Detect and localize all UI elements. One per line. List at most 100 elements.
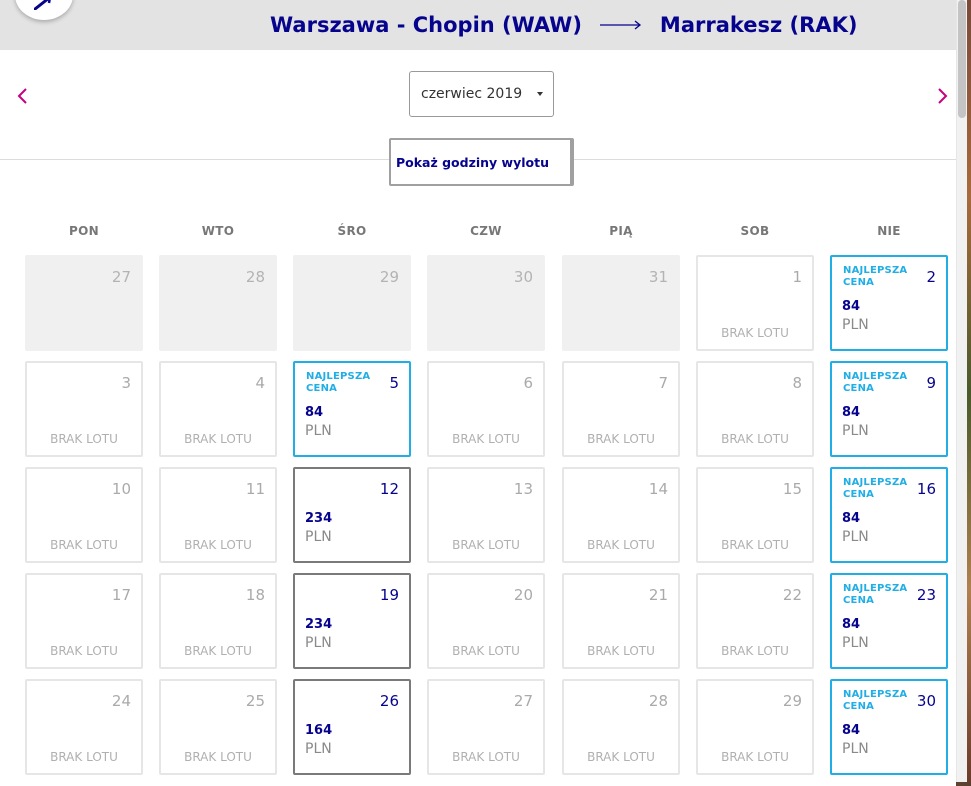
origin-airport: Warszawa - Chopin (WAW) <box>270 13 582 37</box>
calendar-day-none: 20 BRAK LOTU <box>427 573 545 669</box>
day-number: 3 <box>121 374 131 392</box>
day-number: 1 <box>792 268 802 286</box>
no-flight-label: BRAK LOTU <box>587 538 655 552</box>
day-number: 15 <box>782 480 802 498</box>
day-number: 19 <box>379 586 399 604</box>
calendar-day-none: 10 BRAK LOTU <box>25 467 143 563</box>
long-arrow-right-icon <box>599 20 641 30</box>
day-number: 16 <box>916 480 936 498</box>
currency-label: PLN <box>842 423 869 439</box>
weekday-header: SOB <box>740 224 770 238</box>
background-image-strip <box>967 0 971 786</box>
no-flight-label: BRAK LOTU <box>184 538 252 552</box>
calendar-day-none: 15 BRAK LOTU <box>696 467 814 563</box>
weekday-header: PIĄ <box>609 224 633 238</box>
route-header: Warszawa - Chopin (WAW) Marrakesz (RAK) <box>0 0 956 50</box>
best-price-badge: NAJLEPSZA CENA <box>843 265 908 288</box>
route-title: Warszawa - Chopin (WAW) Marrakesz (RAK) <box>270 11 857 39</box>
calendar-panel: czerwiec 2019 Pokaż godziny wylotu PON WT… <box>0 50 956 786</box>
day-number: 12 <box>379 480 399 498</box>
chevron-right-icon[interactable] <box>934 88 950 104</box>
show-hours-label: Pokaż godziny wylotu <box>395 154 549 170</box>
calendar-day-none: 27 BRAK LOTU <box>427 679 545 775</box>
no-flight-label: BRAK LOTU <box>184 432 252 446</box>
no-flight-label: BRAK LOTU <box>721 750 789 764</box>
calendar-day-none: 6 BRAK LOTU <box>427 361 545 457</box>
no-flight-label: BRAK LOTU <box>452 538 520 552</box>
price-value: 84 <box>842 617 861 632</box>
no-flight-label: BRAK LOTU <box>452 644 520 658</box>
day-number: 22 <box>782 586 802 604</box>
best-price-badge: NAJLEPSZA CENA <box>843 477 908 500</box>
calendar-day-best[interactable]: 2 NAJLEPSZA CENA 84 PLN <box>830 255 948 351</box>
calendar-day-none: 7 BRAK LOTU <box>562 361 680 457</box>
calendar-day-best[interactable]: 5 NAJLEPSZA CENA 84 PLN <box>293 361 411 457</box>
day-number: 17 <box>111 586 131 604</box>
no-flight-label: BRAK LOTU <box>50 432 118 446</box>
price-value: 164 <box>305 723 333 738</box>
price-value: 234 <box>305 511 333 526</box>
calendar-day-none: 24 BRAK LOTU <box>25 679 143 775</box>
weekday-header: CZW <box>470 224 502 238</box>
price-value: 84 <box>842 511 861 526</box>
calendar-day-available[interactable]: 26 164 PLN <box>293 679 411 775</box>
day-number: 20 <box>513 586 533 604</box>
best-price-badge: NAJLEPSZA CENA <box>843 689 908 712</box>
currency-label: PLN <box>305 635 332 651</box>
price-value: 234 <box>305 617 333 632</box>
day-number: 29 <box>782 692 802 710</box>
calendar-day-best[interactable]: 9 NAJLEPSZA CENA 84 PLN <box>830 361 948 457</box>
chevron-left-icon[interactable] <box>15 88 31 104</box>
show-departure-hours-button[interactable]: Pokaż godziny wylotu <box>389 138 574 186</box>
airline-logo-icon <box>34 0 51 10</box>
month-select[interactable]: czerwiec 2019 <box>409 71 554 117</box>
month-select-value: czerwiec 2019 <box>421 86 523 102</box>
day-number: 21 <box>648 586 668 604</box>
no-flight-label: BRAK LOTU <box>587 432 655 446</box>
no-flight-label: BRAK LOTU <box>721 432 789 446</box>
day-number: 13 <box>513 480 533 498</box>
calendar-day-none: 11 BRAK LOTU <box>159 467 277 563</box>
calendar-day-none: 21 BRAK LOTU <box>562 573 680 669</box>
calendar-day-prev: 31 <box>562 255 680 351</box>
calendar-day-none: 17 BRAK LOTU <box>25 573 143 669</box>
calendar-day-none: 22 BRAK LOTU <box>696 573 814 669</box>
day-number: 14 <box>648 480 668 498</box>
calendar-day-none: 25 BRAK LOTU <box>159 679 277 775</box>
no-flight-label: BRAK LOTU <box>587 644 655 658</box>
caret-down-icon <box>537 92 543 96</box>
weekday-header: ŚRO <box>337 224 367 238</box>
day-number: 8 <box>792 374 802 392</box>
best-price-badge: NAJLEPSZA CENA <box>843 583 908 606</box>
no-flight-label: BRAK LOTU <box>452 750 520 764</box>
day-number: 27 <box>513 692 533 710</box>
no-flight-label: BRAK LOTU <box>184 750 252 764</box>
calendar-day-available[interactable]: 19 234 PLN <box>293 573 411 669</box>
calendar-day-prev: 28 <box>159 255 277 351</box>
calendar-day-prev: 29 <box>293 255 411 351</box>
day-number: 29 <box>379 268 399 286</box>
calendar-day-prev: 30 <box>427 255 545 351</box>
currency-label: PLN <box>305 741 332 757</box>
day-number: 27 <box>111 268 131 286</box>
calendar-day-none: 4 BRAK LOTU <box>159 361 277 457</box>
calendar-day-best[interactable]: 16 NAJLEPSZA CENA 84 PLN <box>830 467 948 563</box>
calendar-day-none: 29 BRAK LOTU <box>696 679 814 775</box>
currency-label: PLN <box>305 529 332 545</box>
calendar-day-best[interactable]: 30 NAJLEPSZA CENA 84 PLN <box>830 679 948 775</box>
best-price-badge: NAJLEPSZA CENA <box>843 371 908 394</box>
calendar-day-available[interactable]: 12 234 PLN <box>293 467 411 563</box>
currency-label: PLN <box>842 317 869 333</box>
weekday-header: WTO <box>201 224 235 238</box>
calendar-day-none: 13 BRAK LOTU <box>427 467 545 563</box>
no-flight-label: BRAK LOTU <box>50 538 118 552</box>
day-number: 31 <box>648 268 668 286</box>
price-value: 84 <box>305 405 324 420</box>
day-number: 5 <box>389 374 399 392</box>
no-flight-label: BRAK LOTU <box>184 644 252 658</box>
calendar-day-best[interactable]: 23 NAJLEPSZA CENA 84 PLN <box>830 573 948 669</box>
scrollbar[interactable] <box>956 0 967 782</box>
scrollbar-thumb[interactable] <box>958 0 966 118</box>
day-number: 6 <box>523 374 533 392</box>
no-flight-label: BRAK LOTU <box>721 326 789 340</box>
